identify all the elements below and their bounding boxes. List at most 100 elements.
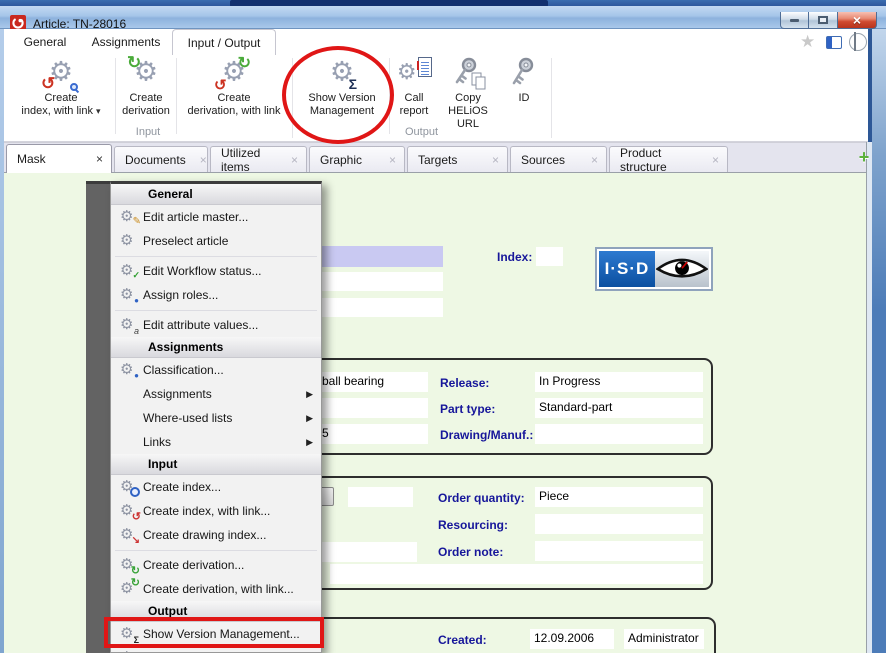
menu-header-general: General <box>111 184 321 205</box>
key-copy-icon <box>448 57 488 91</box>
created-label: Created: <box>438 633 487 647</box>
close-tab-icon[interactable]: × <box>186 153 207 167</box>
ribbon-tab-input-output[interactable]: Input / Output <box>172 29 276 55</box>
menu-item-create-derivation-with-link[interactable]: Create derivation, with link... <box>111 577 321 601</box>
ribbon: Create index, with link ▾ Create derivat… <box>4 55 868 142</box>
annotation-ellipse-show-version-management <box>282 46 394 144</box>
part-type-label: Part type: <box>440 402 495 416</box>
order-wide-field[interactable] <box>330 564 703 584</box>
tab-mask[interactable]: Mask × <box>6 144 112 173</box>
window-controls: × <box>780 12 877 29</box>
ribbon-group-separator <box>551 58 552 138</box>
magnifier-icon <box>70 83 78 91</box>
menu-item-preselect-article[interactable]: Preselect article <box>111 229 321 253</box>
created-user-field[interactable]: Administrator <box>624 629 704 649</box>
maximize-button[interactable] <box>809 12 837 29</box>
minimize-button[interactable] <box>780 12 809 29</box>
menu-item-links[interactable]: Links ▶ <box>111 430 321 454</box>
add-tab-button[interactable]: + <box>854 147 874 168</box>
order-note-field[interactable] <box>535 541 703 561</box>
menu-item-assignments[interactable]: Assignments ▶ <box>111 382 321 406</box>
ribbon-tab-general[interactable]: General <box>12 29 78 55</box>
menu-item-edit-workflow-status[interactable]: Edit Workflow status... <box>111 259 321 283</box>
tab-utilized-items[interactable]: Utilized items × <box>210 146 307 173</box>
close-tab-icon[interactable]: × <box>698 153 719 167</box>
menu-item-where-used-lists[interactable]: Where-used lists ▶ <box>111 406 321 430</box>
create-index-with-link-button[interactable]: Create index, with link ▾ <box>10 57 112 133</box>
copy-helios-url-button[interactable]: Copy HELiOS URL <box>438 57 498 133</box>
ribbon-tab-row: General Assignments Input / Output ★ <box>4 29 868 55</box>
menu-item-create-index-with-link[interactable]: Create index, with link... <box>111 499 321 523</box>
drawing-manuf-field[interactable] <box>535 424 703 444</box>
gear-user-icon <box>117 283 143 307</box>
layout-panel-icon[interactable] <box>826 36 842 49</box>
ribbon-tab-assignments[interactable]: Assignments <box>84 29 168 55</box>
call-report-button[interactable]: Call report <box>391 57 437 133</box>
release-label: Release: <box>440 376 489 390</box>
close-tab-icon[interactable]: × <box>277 153 298 167</box>
release-field[interactable]: In Progress <box>535 372 703 392</box>
designation2-field[interactable] <box>318 398 428 418</box>
number-field[interactable]: 5 <box>318 424 428 444</box>
tab-targets[interactable]: Targets × <box>407 146 508 173</box>
resourcing-label: Resourcing: <box>438 518 508 532</box>
close-tab-icon[interactable]: × <box>82 152 103 166</box>
close-tab-icon[interactable]: × <box>375 153 396 167</box>
tab-product-structure[interactable]: Product structure × <box>609 146 728 173</box>
gear-pencil-icon <box>117 205 143 229</box>
gear-greenred-icon <box>117 577 143 601</box>
window-right-inner-border <box>866 142 872 653</box>
index-field[interactable] <box>536 247 563 266</box>
created-date-field[interactable]: 12.09.2006 <box>530 629 614 649</box>
submenu-arrow-icon: ▶ <box>306 413 313 424</box>
close-tab-icon[interactable]: × <box>478 153 499 167</box>
id-button[interactable]: ID <box>501 57 547 133</box>
index-label: Index: <box>497 250 532 264</box>
designation-field[interactable]: ball bearing <box>318 372 428 392</box>
tab-graphic[interactable]: Graphic × <box>309 146 405 173</box>
close-button[interactable]: × <box>837 12 877 29</box>
submenu-arrow-icon: ▶ <box>306 437 313 448</box>
part-type-field[interactable]: Standard-part <box>535 398 703 418</box>
tab-sources[interactable]: Sources × <box>510 146 607 173</box>
helios-article-window: Article: TN-28016 × General Assignments … <box>0 0 886 653</box>
menu-item-assign-roles[interactable]: Assign roles... <box>111 283 321 307</box>
minimize-icon <box>790 19 799 22</box>
order-quantity-field[interactable]: Piece <box>535 487 703 507</box>
gear-icon <box>117 229 143 253</box>
gear-magnifier-icon <box>117 475 143 499</box>
isd-eye-icon <box>655 251 709 287</box>
gear-drawing-icon <box>117 523 143 547</box>
gear-values-icon <box>117 313 143 337</box>
gear-greenarrow-icon <box>126 57 166 91</box>
submenu-arrow-icon: ▶ <box>306 389 313 400</box>
no-icon <box>117 406 143 430</box>
gear-workflow-icon <box>117 259 143 283</box>
ribbon-separator <box>115 58 116 134</box>
report-document-icon <box>418 57 432 77</box>
menu-item-create-drawing-index[interactable]: Create drawing index... <box>111 523 321 547</box>
collapse-ribbon-button[interactable] <box>849 33 867 51</box>
menu-item-create-index[interactable]: Create index... <box>111 475 321 499</box>
ribbon-separator <box>176 58 177 134</box>
titlebar: Article: TN-28016 × <box>0 6 886 29</box>
create-derivation-button[interactable]: Create derivation <box>118 57 174 133</box>
order-quantity-label: Order quantity: <box>438 491 525 505</box>
ribbon-group-label-input: Input <box>4 126 292 138</box>
context-menu-left-strip <box>86 181 110 653</box>
resourcing-field[interactable] <box>535 514 703 534</box>
menu-item-classification[interactable]: Classification... <box>111 358 321 382</box>
menu-header-input: Input <box>111 454 321 475</box>
favorite-star-icon[interactable]: ★ <box>800 32 815 52</box>
menu-item-create-derivation[interactable]: Create derivation... <box>111 553 321 577</box>
order-note-label: Order note: <box>438 545 503 559</box>
create-derivation-with-link-button[interactable]: Create derivation, with link <box>179 57 289 133</box>
drawing-manuf-label: Drawing/Manuf.: <box>440 428 533 442</box>
close-tab-icon[interactable]: × <box>577 153 598 167</box>
weight-field[interactable] <box>348 487 413 507</box>
no-icon <box>117 382 143 406</box>
menu-item-edit-attribute-values[interactable]: Edit attribute values... <box>111 313 321 337</box>
isd-logo-text: I·S·D <box>599 251 655 287</box>
tab-documents[interactable]: Documents × <box>114 146 208 173</box>
menu-item-edit-article-master[interactable]: Edit article master... <box>111 205 321 229</box>
